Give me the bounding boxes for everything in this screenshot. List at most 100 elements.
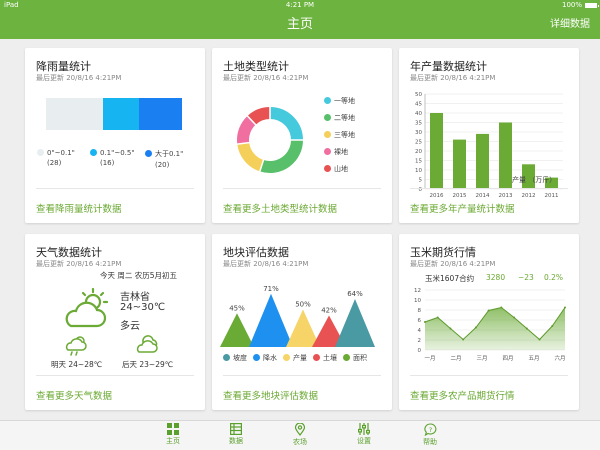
futures-point	[449, 327, 452, 330]
donut-slice	[247, 107, 271, 125]
donut-slice	[269, 107, 303, 141]
futures-point	[424, 321, 426, 323]
peak-label: 50%	[295, 301, 311, 309]
last-updated: 最后更新 20/8/16 4:21PM	[410, 260, 496, 268]
legend-dot	[324, 148, 331, 155]
legend-dot	[502, 176, 509, 183]
rainfall-segment-high	[139, 98, 182, 130]
weather-tomorrow: 明天 24~28℃	[51, 360, 103, 369]
tab-help[interactable]: ? 帮助	[410, 423, 450, 447]
rain-cloud-icon	[65, 336, 87, 356]
plot-peak	[220, 313, 254, 347]
weather-temp: 24~30℃	[120, 302, 166, 313]
tab-label: 数据	[229, 437, 243, 445]
weather-date-line: 今天 周二 农历5月初五	[100, 271, 178, 280]
x-tick-label: 2014	[476, 193, 490, 199]
cloudy-icon	[136, 335, 158, 353]
card-title: 天气数据统计	[36, 246, 102, 259]
land-legend-2: 二等地	[324, 113, 355, 123]
legend-dot	[324, 131, 331, 138]
futures-contract: 玉米1607合约	[425, 274, 475, 283]
futures-point	[513, 316, 516, 319]
divider	[410, 375, 568, 376]
land-legend-5: 山地	[324, 164, 348, 174]
card-title: 土地类型统计	[223, 60, 289, 73]
futures-point	[538, 338, 541, 341]
plot-assessment-card: 地块评估数据 最后更新 20/8/16 4:21PM 45% 71% 50% 42% 6…	[212, 234, 392, 410]
rainfall-more-link[interactable]: 查看降雨量统计数据	[36, 201, 122, 215]
last-updated: 最后更新 20/8/16 4:21PM	[36, 74, 122, 82]
plot-legend: 坡度 降水 产量 土壤 面积	[223, 353, 388, 363]
land-more-link[interactable]: 查看更多土地类型统计数据	[223, 201, 337, 215]
legend-dot	[90, 149, 97, 156]
y-tick-label: 8	[418, 308, 422, 314]
plot-legend-item: 坡度	[223, 353, 247, 363]
battery-percent: 100%	[561, 1, 582, 9]
futures-point	[500, 306, 503, 309]
x-tick-label: 2011	[545, 193, 559, 199]
detail-data-button[interactable]: 详细数据	[550, 11, 590, 39]
y-tick-label: 4	[418, 328, 422, 334]
rainfall-segment-low	[46, 98, 103, 130]
x-tick-label: 二月	[450, 355, 461, 362]
rainfall-card: 降雨量统计 最后更新 20/8/16 4:21PM 0"~0.1" (28) 0…	[25, 48, 205, 223]
futures-point	[525, 327, 528, 330]
futures-point	[462, 338, 465, 341]
tab-bar: 主页 数据 农场 设置 ? 帮助	[0, 420, 600, 450]
plot-legend-item: 土壤	[313, 353, 337, 363]
futures-point	[551, 325, 554, 327]
partly-cloudy-icon	[65, 287, 109, 328]
y-tick-label: 45	[415, 102, 422, 108]
card-title: 地块评估数据	[223, 246, 289, 259]
rainfall-legend-low: 0"~0.1" (28)	[37, 149, 75, 167]
output-bar	[430, 113, 443, 189]
legend-dot	[37, 149, 44, 156]
peak-label: 42%	[321, 307, 337, 315]
sliders-icon	[358, 423, 370, 435]
tab-home[interactable]: 主页	[153, 423, 193, 446]
divider	[36, 375, 194, 376]
futures-area-chart: 0 2 4 6 8 10 12 一月 二月 三月 四月 五月 六月	[414, 288, 566, 362]
rainfall-segment-mid	[103, 98, 139, 130]
futures-point	[436, 316, 439, 319]
y-tick-label: 10	[414, 298, 421, 304]
weather-more-link[interactable]: 查看更多天气数据	[36, 388, 112, 402]
y-tick-label: 12	[414, 288, 421, 294]
donut-slice	[237, 142, 264, 172]
plot-peak	[249, 293, 293, 347]
futures-area	[425, 307, 565, 350]
page-title: 主页	[286, 17, 313, 32]
legend-dot	[313, 354, 320, 361]
legend-dot	[343, 354, 350, 361]
last-updated: 最后更新 20/8/16 4:21PM	[36, 260, 122, 268]
futures-price: 3280	[486, 273, 506, 282]
y-tick-label: 30	[415, 130, 422, 136]
futures-more-link[interactable]: 查看更多农产品期货行情	[410, 388, 515, 402]
divider	[223, 375, 381, 376]
divider	[36, 188, 194, 189]
y-tick-label: 35	[415, 121, 422, 127]
y-tick-label: 25	[415, 140, 422, 146]
tab-data[interactable]: 数据	[216, 423, 256, 446]
weather-condition: 多云	[120, 321, 140, 332]
peak-label: 64%	[347, 290, 363, 298]
last-updated: 最后更新 20/8/16 4:21PM	[410, 74, 496, 82]
tab-farm[interactable]: 农场	[280, 423, 320, 447]
x-tick-label: 2016	[430, 193, 444, 199]
plot-legend-item: 降水	[253, 353, 277, 363]
legend-dot	[283, 354, 290, 361]
tab-settings[interactable]: 设置	[344, 423, 384, 446]
land-donut-chart	[236, 106, 304, 173]
y-tick-label: 2	[418, 338, 422, 344]
plot-more-link[interactable]: 查看更多地块评估数据	[223, 388, 318, 402]
y-tick-label: 5	[419, 178, 423, 184]
status-time: 4:21 PM	[285, 1, 315, 9]
annual-output-card: 年产量数据统计 最后更新 20/8/16 4:21PM 0 5 10 15 20 25 30…	[399, 48, 579, 223]
plot-legend-item: 面积	[343, 353, 367, 363]
divider	[410, 188, 568, 189]
tab-label: 设置	[357, 437, 371, 445]
futures-change: −23	[518, 273, 534, 282]
plot-mountain-chart: 45% 71% 50% 42% 64%	[220, 285, 375, 347]
output-bar	[476, 133, 489, 189]
output-more-link[interactable]: 查看更多年产量统计数据	[410, 201, 515, 215]
